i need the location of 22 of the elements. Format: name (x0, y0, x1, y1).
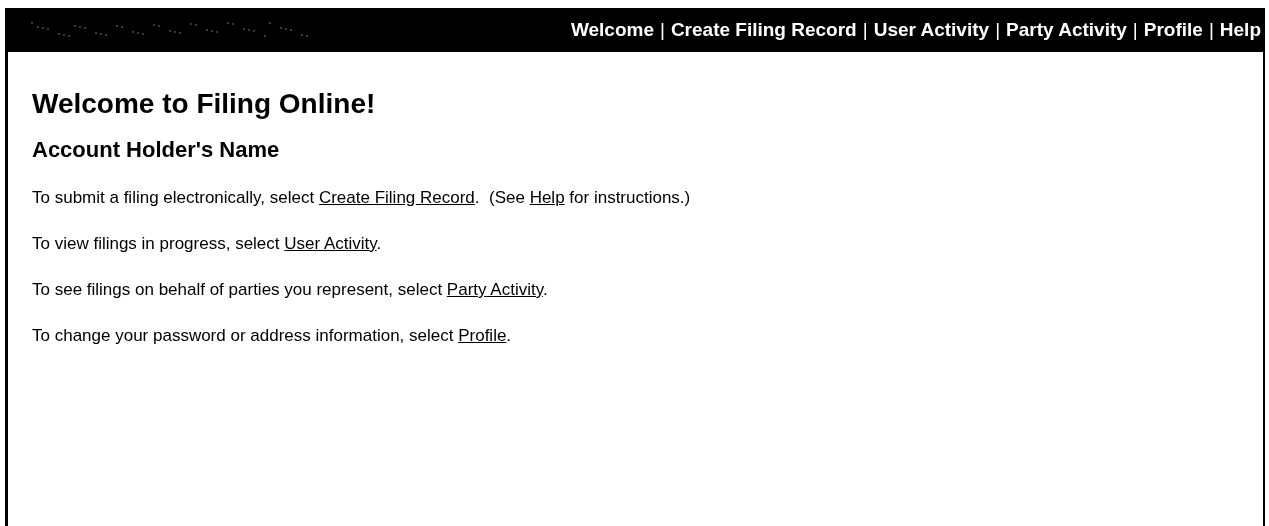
nav-link[interactable]: Help (1219, 19, 1261, 41)
nav-separator: | (862, 19, 868, 41)
text-link[interactable]: Profile (458, 326, 507, 345)
text-link[interactable]: User Activity (284, 234, 377, 253)
instruction-text: To see filings on behalf of parties you represent, select Party Activity. (32, 280, 549, 300)
nav-link[interactable]: Profile (1143, 19, 1203, 41)
nav-link[interactable]: User Activity (873, 19, 990, 41)
nav-link[interactable]: Welcome (570, 19, 654, 41)
text-link[interactable]: Party Activity (446, 280, 543, 299)
nav-separator: | (995, 19, 1001, 41)
nav-separator: | (1132, 19, 1138, 41)
instruction-text: To change your password or address information, select Profile. (32, 326, 513, 346)
text-link[interactable]: Create Filing Record (318, 188, 475, 207)
nav-separator: | (1208, 19, 1214, 41)
nav-link[interactable]: Create Filing Record (670, 19, 857, 41)
instruction-text: To submit a filing electronically, select Create Filing Record. (See Help for instructions.) (32, 188, 692, 208)
nav-separator: | (659, 19, 665, 41)
instruction-text: To view filings in progress, select User Activity. (32, 234, 383, 254)
nav-link[interactable]: Party Activity (1006, 19, 1127, 41)
account-holder-name: Account Holder's Name (32, 137, 281, 162)
text-link[interactable]: Help (529, 188, 565, 207)
page-title: Welcome to Filing Online! (32, 88, 377, 120)
